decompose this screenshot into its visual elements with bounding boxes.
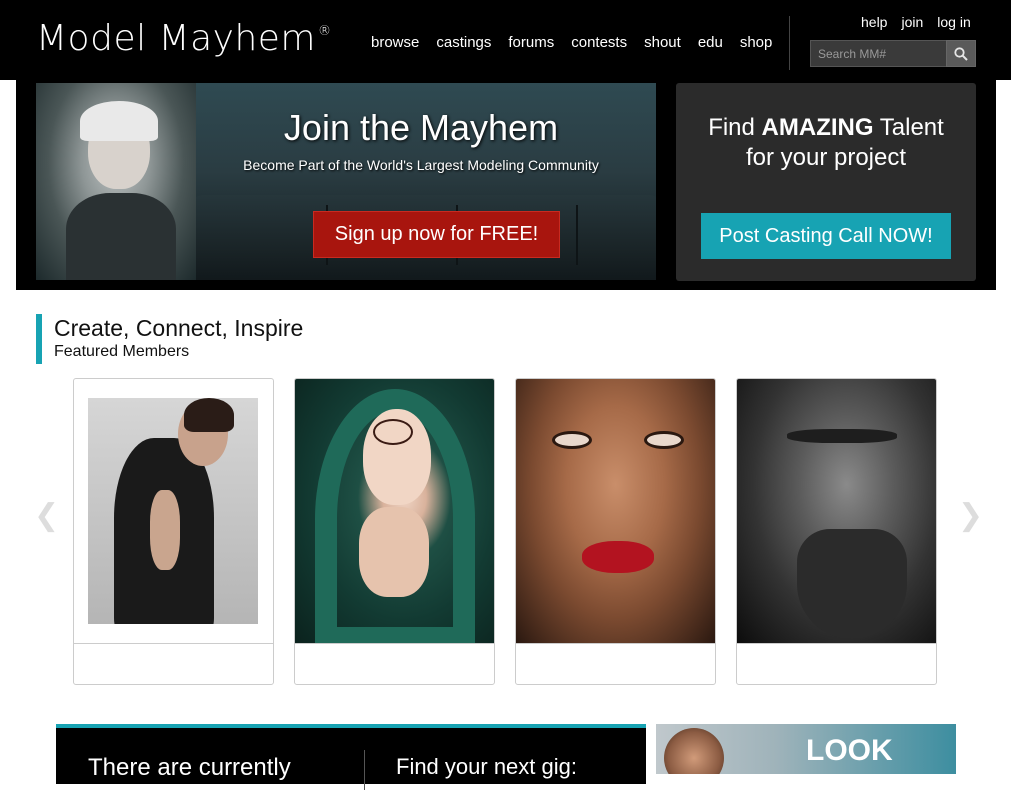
- featured-heading: Create, Connect, Inspire Featured Member…: [36, 314, 303, 364]
- search-input[interactable]: [810, 40, 946, 67]
- featured-member-card[interactable]: [736, 378, 937, 685]
- gig-search-heading: Find your next gig:: [396, 754, 577, 779]
- member-photo[interactable]: [737, 379, 936, 644]
- chevron-right-icon: ❯: [958, 498, 984, 533]
- banner-model-photo: [36, 83, 196, 280]
- signup-button[interactable]: Sign up now for FREE!: [313, 211, 560, 258]
- gig-divider: [364, 750, 365, 790]
- look-heading: LOOK: [806, 734, 893, 767]
- featured-member-card[interactable]: [73, 378, 274, 685]
- registered-mark: ®: [318, 24, 332, 39]
- nav-shop[interactable]: shop: [740, 34, 773, 51]
- hero-subtitle: Become Part of the World's Largest Model…: [243, 157, 599, 173]
- logo-text: Model Mayhem: [36, 18, 316, 59]
- promo-photo: [664, 728, 724, 774]
- member-photo[interactable]: [295, 379, 494, 644]
- gig-stats-text: There are currently: [88, 754, 291, 781]
- member-caption: [295, 645, 494, 684]
- member-caption: [516, 645, 715, 684]
- user-nav: help join log in: [861, 14, 971, 30]
- member-caption: [737, 645, 936, 684]
- carousel-prev-button[interactable]: ❮: [34, 498, 59, 533]
- member-caption: [74, 645, 273, 684]
- look-promo-panel[interactable]: LOOK: [656, 724, 956, 774]
- nav-forums[interactable]: forums: [508, 34, 554, 51]
- post-casting-button[interactable]: Post Casting Call NOW!: [701, 213, 951, 259]
- nav-castings[interactable]: castings: [436, 34, 491, 51]
- nav-shout[interactable]: shout: [644, 34, 681, 51]
- join-banner: Join the Mayhem Become Part of the World…: [36, 83, 656, 280]
- chevron-left-icon: ❮: [34, 498, 60, 533]
- section-subtitle: Featured Members: [54, 343, 190, 360]
- nav-browse[interactable]: browse: [371, 34, 419, 51]
- hero-band: Join the Mayhem Become Part of the World…: [16, 80, 996, 290]
- talent-headline: Find AMAZING Talent for your project: [708, 114, 944, 171]
- section-title: Create, Connect, Inspire: [54, 315, 304, 341]
- featured-member-card[interactable]: [515, 378, 716, 685]
- site-logo[interactable]: Model Mayhem ®: [36, 18, 332, 59]
- join-link[interactable]: join: [901, 14, 923, 30]
- featured-member-card[interactable]: [294, 378, 495, 685]
- carousel-next-button[interactable]: ❯: [958, 498, 983, 533]
- gig-panel: There are currently Find your next gig:: [56, 724, 646, 790]
- nav-contests[interactable]: contests: [571, 34, 627, 51]
- search-box: [810, 40, 976, 67]
- member-photo[interactable]: [516, 379, 715, 644]
- search-icon: [954, 46, 968, 61]
- member-photo[interactable]: [74, 379, 273, 644]
- hero-title: Join the Mayhem: [283, 107, 559, 148]
- talent-panel: Find AMAZING Talent for your project Pos…: [676, 83, 976, 281]
- site-header: Model Mayhem ® browse castings forums con…: [0, 0, 1011, 80]
- help-link[interactable]: help: [861, 14, 887, 30]
- nav-edu[interactable]: edu: [698, 34, 723, 51]
- search-button[interactable]: [946, 40, 976, 67]
- login-link[interactable]: log in: [937, 14, 970, 30]
- main-nav: browse castings forums contests shout ed…: [371, 34, 772, 51]
- nav-divider: [789, 16, 790, 70]
